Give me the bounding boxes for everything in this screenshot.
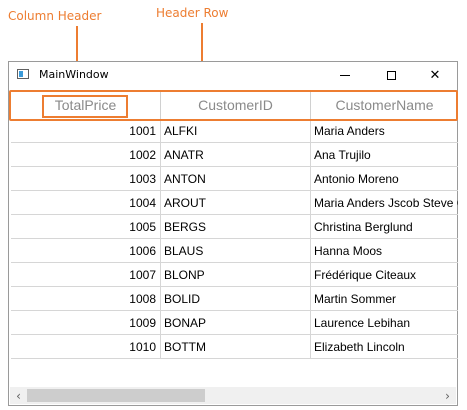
- table-row[interactable]: 1002 ANATR Ana Trujilo: [11, 143, 458, 167]
- cell-customerid[interactable]: BERGS: [161, 215, 311, 238]
- cell-customerid[interactable]: BLONP: [161, 263, 311, 286]
- cell-totalprice[interactable]: 1005: [11, 215, 161, 238]
- title-bar[interactable]: MainWindow ✕: [9, 62, 457, 89]
- minimize-icon: [340, 75, 350, 76]
- cell-customerid[interactable]: BLAUS: [161, 239, 311, 262]
- horizontal-scrollbar[interactable]: ‹ ›: [10, 387, 456, 404]
- column-header-callout-label: Column Header: [8, 9, 102, 23]
- column-header-label: CustomerID: [198, 96, 273, 113]
- cell-customerid[interactable]: BOTTM: [161, 335, 311, 358]
- cell-customerid[interactable]: BOLID: [161, 287, 311, 310]
- column-header-customername[interactable]: CustomerName: [311, 90, 458, 119]
- maximize-button[interactable]: [368, 62, 414, 89]
- cell-customerid[interactable]: ALFKI: [161, 120, 311, 142]
- table-row[interactable]: 1008 BOLID Martin Sommer: [11, 287, 458, 311]
- header-row: TotalPrice CustomerID CustomerName: [11, 90, 458, 119]
- cell-customername[interactable]: Hanna Moos: [311, 239, 458, 262]
- cell-totalprice[interactable]: 1004: [11, 191, 161, 214]
- column-header-label: TotalPrice: [54, 96, 117, 113]
- cell-customername[interactable]: Ana Trujilo: [311, 143, 458, 166]
- cell-customername[interactable]: Laurence Lebihan: [311, 311, 458, 334]
- table-row[interactable]: 1006 BLAUS Hanna Moos: [11, 239, 458, 263]
- cell-totalprice[interactable]: 1008: [11, 287, 161, 310]
- chevron-right-icon: ›: [445, 388, 450, 403]
- grid-rows: 1001 ALFKI Maria Anders 1002 ANATR Ana T…: [11, 119, 458, 359]
- cell-totalprice[interactable]: 1001: [11, 120, 161, 142]
- cell-customerid[interactable]: ANATR: [161, 143, 311, 166]
- table-row[interactable]: 1001 ALFKI Maria Anders: [11, 119, 458, 143]
- cell-customerid[interactable]: BONAP: [161, 311, 311, 334]
- cell-totalprice[interactable]: 1009: [11, 311, 161, 334]
- column-header-customerid[interactable]: CustomerID: [161, 90, 311, 119]
- close-icon: ✕: [429, 68, 441, 83]
- scroll-right-button[interactable]: ›: [439, 387, 456, 404]
- cell-customername[interactable]: Frédérique Citeaux: [311, 263, 458, 286]
- cell-customername[interactable]: Martin Sommer: [311, 287, 458, 310]
- table-row[interactable]: 1009 BONAP Laurence Lebihan: [11, 311, 458, 335]
- cell-customerid[interactable]: AROUT: [161, 191, 311, 214]
- cell-customername[interactable]: Maria Anders Jscob Steve C: [311, 191, 458, 214]
- cell-customername[interactable]: Elizabeth Lincoln: [311, 335, 458, 358]
- table-row[interactable]: 1005 BERGS Christina Berglund: [11, 215, 458, 239]
- cell-totalprice[interactable]: 1002: [11, 143, 161, 166]
- column-header-label: CustomerName: [335, 96, 434, 113]
- app-window-icon: [17, 69, 29, 79]
- close-button[interactable]: ✕: [412, 62, 458, 89]
- main-window: MainWindow ✕ TotalPrice CustomerID Custo…: [8, 61, 458, 406]
- scroll-left-button[interactable]: ‹: [10, 387, 27, 404]
- cell-customername[interactable]: Christina Berglund: [311, 215, 458, 238]
- column-header-totalprice[interactable]: TotalPrice: [11, 90, 161, 119]
- chevron-left-icon: ‹: [16, 388, 21, 403]
- table-row[interactable]: 1004 AROUT Maria Anders Jscob Steve C: [11, 191, 458, 215]
- scrollbar-thumb[interactable]: [27, 389, 205, 402]
- cell-totalprice[interactable]: 1006: [11, 239, 161, 262]
- maximize-icon: [386, 71, 396, 80]
- cell-totalprice[interactable]: 1010: [11, 335, 161, 358]
- cell-customername[interactable]: Antonio Moreno: [311, 167, 458, 190]
- table-row[interactable]: 1007 BLONP Frédérique Citeaux: [11, 263, 458, 287]
- window-title: MainWindow: [39, 68, 109, 81]
- header-row-callout-label: Header Row: [156, 6, 229, 20]
- minimize-button[interactable]: [322, 62, 368, 89]
- screenshot-stage: Column Header Header Row MainWindow ✕ To…: [0, 0, 467, 410]
- table-row[interactable]: 1010 BOTTM Elizabeth Lincoln: [11, 335, 458, 359]
- cell-totalprice[interactable]: 1003: [11, 167, 161, 190]
- cell-customername[interactable]: Maria Anders: [311, 120, 458, 142]
- cell-totalprice[interactable]: 1007: [11, 263, 161, 286]
- cell-customerid[interactable]: ANTON: [161, 167, 311, 190]
- table-row[interactable]: 1003 ANTON Antonio Moreno: [11, 167, 458, 191]
